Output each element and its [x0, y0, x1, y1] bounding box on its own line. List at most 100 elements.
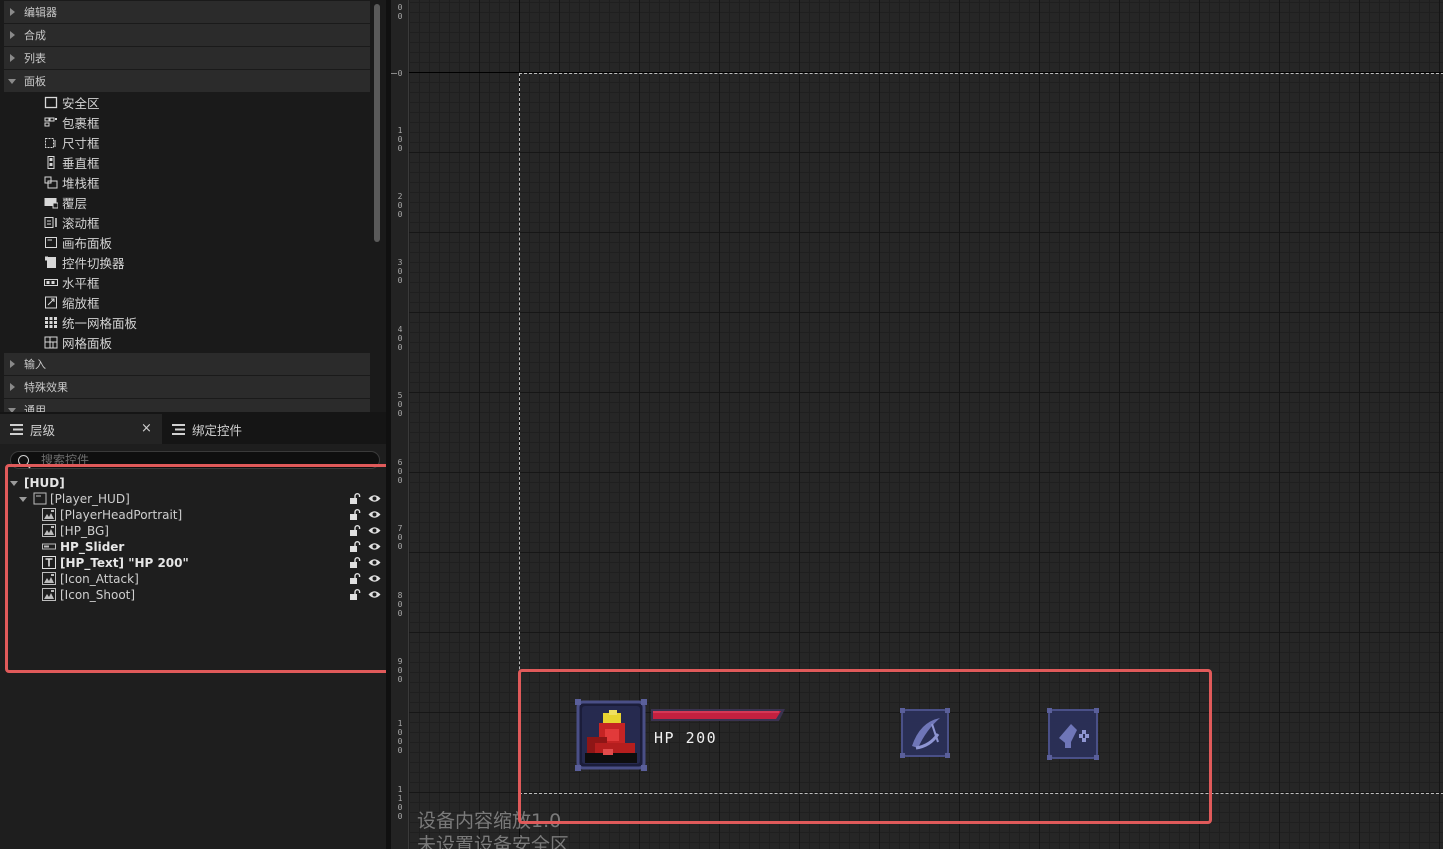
player-portrait-icon	[575, 699, 647, 771]
palette-item-safezone[interactable]: 安全区	[44, 92, 100, 112]
player-head-portrait[interactable]	[575, 699, 647, 771]
list-icon	[10, 423, 23, 435]
verticalbox-icon	[44, 155, 58, 169]
category-editor[interactable]: 编辑器	[4, 1, 370, 23]
eye-icon[interactable]	[368, 509, 381, 520]
chevron-right-icon	[10, 31, 15, 39]
vertical-ruler: 00 0 100 200 300 400 500 600 700 800 900…	[391, 0, 409, 849]
ruler-label: 0	[397, 69, 403, 78]
safezone-icon	[44, 96, 58, 109]
icon-attack[interactable]	[900, 708, 950, 758]
eye-icon[interactable]	[368, 493, 381, 504]
search-box[interactable]	[10, 451, 380, 469]
category-special-effects[interactable]: 特殊效果	[4, 376, 370, 398]
tree-row-hp-bg[interactable]: [HP_BG]	[0, 523, 386, 539]
category-panel[interactable]: 面板	[4, 70, 370, 92]
palette-item-overlay[interactable]: 覆层	[44, 192, 87, 212]
safe-zone-text: 未设置设备安全区	[417, 834, 570, 849]
tree-row-label: [HP_BG]	[60, 524, 109, 538]
chevron-right-icon	[10, 8, 15, 16]
category-label: 面板	[24, 75, 46, 88]
category-common[interactable]: 通用	[4, 399, 370, 412]
wrapbox-icon	[44, 116, 58, 129]
eye-icon[interactable]	[368, 589, 381, 600]
unlock-icon[interactable]	[349, 541, 362, 552]
chevron-down-icon	[8, 407, 16, 412]
palette-scrollbar[interactable]	[374, 4, 380, 242]
ruler-label: 300	[397, 258, 403, 285]
progressbar-widget-icon	[42, 540, 56, 553]
eye-icon[interactable]	[368, 541, 381, 552]
unlock-icon[interactable]	[349, 557, 362, 568]
designer-canvas[interactable]: HP 200 设备内容缩放1.0 未设置设备安全区	[409, 0, 1443, 849]
horizontalbox-icon	[44, 276, 58, 289]
ruler-label: 200	[397, 192, 403, 219]
chevron-down-icon[interactable]	[10, 481, 18, 486]
icon-shoot[interactable]	[1047, 708, 1099, 760]
ruler-label: 600	[397, 458, 403, 485]
category-label: 通用	[24, 404, 46, 412]
eye-icon[interactable]	[368, 573, 381, 584]
tree-row-player-head-portrait[interactable]: [PlayerHeadPortrait]	[0, 507, 386, 523]
tree-row-icon-shoot[interactable]: [Icon_Shoot]	[0, 587, 386, 603]
tree-row-label: [Icon_Attack]	[60, 572, 139, 586]
uniformgrid-icon	[44, 316, 58, 329]
palette-panel: 编辑器 合成 列表 面板 安全区 包裹框 尺寸框 垂直框 堆栈框 覆层 滚动框	[0, 0, 386, 412]
tree-row-label: [Icon_Shoot]	[60, 588, 136, 602]
category-label: 输入	[24, 358, 46, 371]
unlock-icon[interactable]	[349, 589, 362, 600]
palette-item-gridpanel[interactable]: 网格面板	[44, 332, 112, 352]
hierarchy-tab-bar: 层级 × 绑定控件	[0, 414, 386, 444]
tab-hierarchy[interactable]: 层级	[0, 414, 162, 444]
palette-item-horizontalbox[interactable]: 水平框	[44, 272, 100, 292]
hp-slider[interactable]	[651, 709, 785, 721]
tree-row-hp-slider[interactable]: HP_Slider	[0, 539, 386, 555]
unlock-icon[interactable]	[349, 509, 362, 520]
tree-row-player-hud[interactable]: [Player_HUD]	[0, 491, 386, 507]
tab-hierarchy-label: 层级	[30, 422, 56, 438]
tree-row-icon-attack[interactable]: [Icon_Attack]	[0, 571, 386, 587]
list-icon	[172, 423, 185, 435]
category-input[interactable]: 输入	[4, 353, 370, 375]
palette-item-label: 包裹框	[62, 115, 100, 131]
tree-row-hud[interactable]: [HUD]	[0, 475, 386, 491]
unlock-icon[interactable]	[349, 525, 362, 536]
eye-icon[interactable]	[368, 525, 381, 536]
canvas-info-overlay: 设备内容缩放1.0 未设置设备安全区	[417, 809, 569, 849]
chevron-down-icon[interactable]	[19, 497, 27, 502]
text-widget-icon	[42, 556, 56, 569]
tree-row-hp-text[interactable]: [HP_Text] "HP 200"	[0, 555, 386, 571]
category-composite[interactable]: 合成	[4, 24, 370, 46]
close-icon[interactable]: ×	[141, 421, 152, 436]
palette-item-label: 尺寸框	[62, 135, 100, 151]
image-widget-icon	[42, 524, 56, 537]
tab-bind-label: 绑定控件	[192, 422, 243, 438]
search-input[interactable]	[41, 453, 341, 467]
palette-item-label: 垂直框	[62, 155, 100, 171]
palette-item-scalebox[interactable]: 缩放框	[44, 292, 100, 312]
palette-item-label: 滚动框	[62, 215, 100, 231]
palette-item-wrapbox[interactable]: 包裹框	[44, 112, 100, 132]
palette-item-widgetswitcher[interactable]: 控件切换器	[44, 252, 125, 272]
ruler-label: 800	[397, 591, 403, 618]
sizebox-icon	[44, 136, 58, 149]
palette-item-label: 缩放框	[62, 295, 100, 311]
canvas-widget-icon	[33, 492, 47, 505]
palette-item-scrollbox[interactable]: 滚动框	[44, 212, 100, 232]
tab-bind-widgets[interactable]: 绑定控件	[166, 414, 346, 444]
unlock-icon[interactable]	[349, 493, 362, 504]
gridpanel-icon	[44, 336, 58, 349]
category-list[interactable]: 列表	[4, 47, 370, 69]
palette-item-uniformgrid[interactable]: 统一网格面板	[44, 312, 137, 332]
palette-item-sizebox[interactable]: 尺寸框	[44, 132, 100, 152]
eye-icon[interactable]	[368, 557, 381, 568]
unlock-icon[interactable]	[349, 573, 362, 584]
palette-item-label: 画布面板	[62, 235, 113, 251]
hp-text[interactable]: HP 200	[654, 729, 717, 747]
ruler-label: 100	[397, 126, 403, 153]
chevron-right-icon	[10, 54, 15, 62]
palette-item-canvaspanel[interactable]: 画布面板	[44, 232, 112, 252]
palette-item-stackbox[interactable]: 堆栈框	[44, 172, 100, 192]
image-widget-icon	[42, 572, 56, 585]
palette-item-verticalbox[interactable]: 垂直框	[44, 152, 100, 172]
